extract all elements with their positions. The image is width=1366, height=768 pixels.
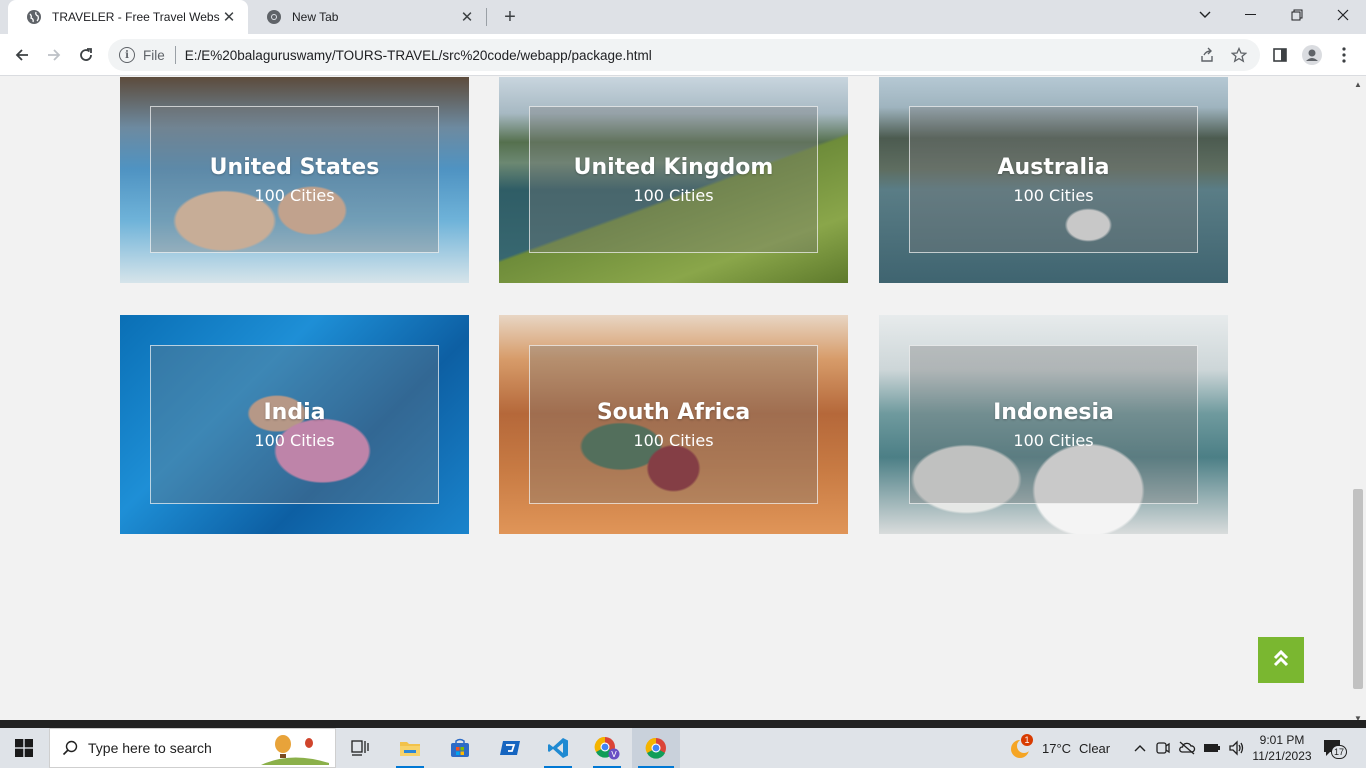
reload-button[interactable] (72, 41, 100, 69)
card-overlay: Australia 100 Cities (909, 106, 1198, 253)
country-name: India (263, 399, 326, 425)
destination-card-united-states[interactable]: United States 100 Cities (120, 77, 469, 283)
destination-card-india[interactable]: India 100 Cities (120, 315, 469, 534)
page-footer-edge (0, 720, 1366, 728)
card-overlay: South Africa 100 Cities (529, 345, 818, 504)
side-panel-icon[interactable] (1266, 41, 1294, 69)
weather-badge: 1 (1021, 734, 1033, 746)
page-content: United States 100 Cities United Kingdom … (0, 77, 1350, 720)
double-chevron-up-icon (1273, 649, 1289, 672)
microsoft-store-icon[interactable] (440, 728, 480, 768)
scrollbar-thumb[interactable] (1353, 489, 1363, 689)
browser-tab-bar: TRAVELER - Free Travel Website ✕ New Tab… (0, 0, 1366, 34)
vscode-icon[interactable] (538, 728, 578, 768)
tab-title: TRAVELER - Free Travel Website (52, 10, 220, 24)
speaker-icon[interactable] (1228, 740, 1246, 756)
close-tab-icon[interactable]: ✕ (220, 8, 238, 26)
address-bar[interactable]: i File E:/E%20balaguruswamy/TOURS-TRAVEL… (108, 39, 1260, 71)
profile-avatar-icon[interactable] (1298, 41, 1326, 69)
url-text[interactable]: E:/E%20balaguruswamy/TOURS-TRAVEL/src%20… (185, 48, 652, 63)
search-placeholder: Type here to search (88, 740, 212, 756)
restore-button[interactable] (1274, 0, 1320, 30)
notification-count: 17 (1331, 745, 1347, 759)
tab-divider (486, 8, 487, 26)
tab-new-tab[interactable]: New Tab ✕ (248, 0, 486, 34)
card-overlay: United States 100 Cities (150, 106, 439, 253)
windows-taskbar: Type here to search V 1 17°C Clear 9:01 … (0, 728, 1366, 768)
close-window-button[interactable] (1320, 0, 1366, 30)
hot-air-balloon-icon (261, 733, 329, 765)
country-name: Australia (997, 154, 1110, 180)
country-name: United States (209, 154, 380, 180)
clock-date: 11/21/2023 (1252, 749, 1312, 763)
country-name: Indonesia (993, 399, 1114, 425)
moon-weather-icon: 1 (1008, 734, 1033, 760)
destination-card-australia[interactable]: Australia 100 Cities (879, 77, 1228, 283)
svg-text:V: V (611, 750, 617, 759)
destination-card-united-kingdom[interactable]: United Kingdom 100 Cities (499, 77, 848, 283)
bookmark-star-icon[interactable] (1224, 39, 1254, 71)
menu-kebab-icon[interactable] (1330, 41, 1358, 69)
info-icon[interactable]: i (119, 47, 135, 63)
scroll-up-arrow-icon[interactable]: ▲ (1354, 81, 1362, 89)
tab-traveler[interactable]: TRAVELER - Free Travel Website ✕ (8, 0, 248, 34)
taskbar-search-box[interactable]: Type here to search (49, 728, 336, 768)
close-tab-icon[interactable]: ✕ (458, 8, 476, 26)
country-name: United Kingdom (573, 154, 774, 180)
city-count: 100 Cities (254, 430, 335, 450)
page-scrollbar[interactable]: ▲ ▼ (1350, 77, 1366, 723)
country-name: South Africa (596, 399, 751, 425)
destination-card-south-africa[interactable]: South Africa 100 Cities (499, 315, 848, 534)
city-count: 100 Cities (1013, 430, 1094, 450)
city-count: 100 Cities (633, 430, 714, 450)
browser-toolbar: i File E:/E%20balaguruswamy/TOURS-TRAVEL… (0, 34, 1366, 76)
tab-title: New Tab (292, 10, 339, 24)
weather-condition: Clear (1079, 740, 1111, 756)
share-icon[interactable] (1192, 39, 1222, 71)
tab-search-icon[interactable] (1182, 0, 1228, 30)
system-tray (1132, 728, 1246, 768)
card-overlay: India 100 Cities (150, 345, 439, 504)
globe-icon (26, 9, 42, 25)
destination-card-indonesia[interactable]: Indonesia 100 Cities (879, 315, 1228, 534)
city-count: 100 Cities (633, 185, 714, 205)
windows-start-button[interactable] (0, 728, 48, 768)
card-overlay: United Kingdom 100 Cities (529, 106, 818, 253)
weather-temp: 17°C (1042, 740, 1072, 756)
chrome-icon[interactable] (632, 728, 680, 768)
remote-desktop-icon[interactable] (490, 728, 530, 768)
cloud-offline-icon[interactable] (1178, 740, 1196, 756)
file-explorer-icon[interactable] (390, 728, 430, 768)
search-icon (62, 740, 78, 756)
weather-widget[interactable]: 1 17°C Clear (1008, 728, 1110, 768)
back-button[interactable] (8, 41, 36, 69)
forward-button[interactable] (40, 41, 68, 69)
city-count: 100 Cities (254, 185, 335, 205)
clock-time: 9:01 PM (1259, 733, 1305, 747)
city-count: 100 Cities (1013, 185, 1094, 205)
scheme-label: File (143, 47, 165, 63)
new-tab-button[interactable]: + (498, 5, 522, 29)
minimize-button[interactable] (1228, 0, 1274, 30)
address-divider (174, 46, 176, 64)
notification-icon: 17 (1322, 738, 1347, 759)
chrome-profile-icon[interactable]: V (587, 728, 627, 768)
task-view-icon[interactable] (340, 728, 380, 768)
chevron-up-icon[interactable] (1132, 744, 1148, 752)
chrome-icon (266, 9, 282, 25)
meet-now-icon[interactable] (1155, 740, 1171, 756)
notification-center-button[interactable]: 17 (1322, 728, 1347, 768)
taskbar-clock[interactable]: 9:01 PM 11/21/2023 (1246, 728, 1318, 768)
card-overlay: Indonesia 100 Cities (909, 345, 1198, 504)
back-to-top-button[interactable] (1258, 637, 1304, 683)
battery-icon[interactable] (1203, 742, 1221, 754)
